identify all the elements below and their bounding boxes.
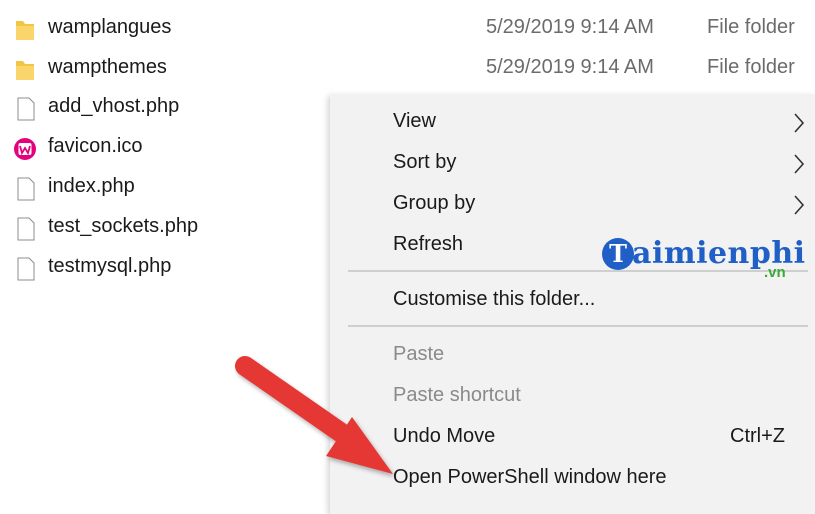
folder-icon: [16, 21, 34, 40]
wamp-icon: [14, 138, 36, 160]
file-icon: [17, 97, 35, 121]
watermark-domain: .vn: [764, 264, 786, 281]
menu-label: Open PowerShell window here: [393, 466, 667, 488]
menu-label: Refresh: [393, 233, 464, 255]
watermark-initial: T: [609, 239, 627, 268]
file-row-wamplangues[interactable]: wamplangues 5/29/2019 9:14 AM File folde…: [0, 8, 815, 48]
chevron-right-icon: [794, 154, 805, 174]
menu-label: Paste shortcut: [393, 384, 521, 406]
menu-item-undo-move[interactable]: Undo Move Ctrl+Z: [330, 417, 815, 457]
menu-item-open-powershell[interactable]: Open PowerShell window here: [330, 458, 815, 498]
file-name: add_vhost.php: [48, 95, 180, 117]
menu-shortcut: Ctrl+Z: [730, 425, 785, 447]
file-name: index.php: [48, 175, 135, 197]
file-icon: [17, 217, 35, 241]
file-date: 5/29/2019 9:14 AM: [486, 56, 654, 78]
chevron-right-icon: [794, 113, 805, 133]
file-row-wampthemes[interactable]: wampthemes 5/29/2019 9:14 AM File folder: [0, 48, 815, 88]
menu-item-paste: Paste: [330, 335, 815, 375]
menu-item-sort-by[interactable]: Sort by: [330, 143, 815, 183]
menu-item-view[interactable]: View: [330, 102, 815, 142]
menu-item-group-by[interactable]: Group by: [330, 184, 815, 224]
menu-item-customise-folder[interactable]: Customise this folder...: [330, 280, 815, 320]
file-name: wampthemes: [48, 56, 167, 78]
menu-label: Group by: [393, 192, 476, 214]
menu-label: Customise this folder...: [393, 288, 596, 310]
file-name: favicon.ico: [48, 135, 143, 157]
menu-label: Sort by: [393, 151, 457, 173]
file-type: File folder: [707, 16, 795, 38]
file-date: 5/29/2019 9:14 AM: [486, 16, 654, 38]
file-type: File folder: [707, 56, 795, 78]
file-icon: [17, 257, 35, 281]
folder-icon: [16, 61, 34, 80]
menu-label: View: [393, 110, 436, 132]
menu-label: Paste: [393, 343, 445, 365]
context-menu: View Sort by Group by Refresh Customise …: [330, 94, 815, 514]
file-icon: [17, 177, 35, 201]
file-name: testmysql.php: [48, 255, 172, 277]
file-name: wamplangues: [48, 16, 172, 38]
watermark-logo: T aimienphi .vn: [602, 233, 805, 283]
menu-item-paste-shortcut: Paste shortcut: [330, 376, 815, 416]
chevron-right-icon: [794, 195, 805, 215]
menu-label: Undo Move: [393, 425, 496, 447]
file-name: test_sockets.php: [48, 215, 199, 237]
menu-separator: [348, 325, 808, 327]
